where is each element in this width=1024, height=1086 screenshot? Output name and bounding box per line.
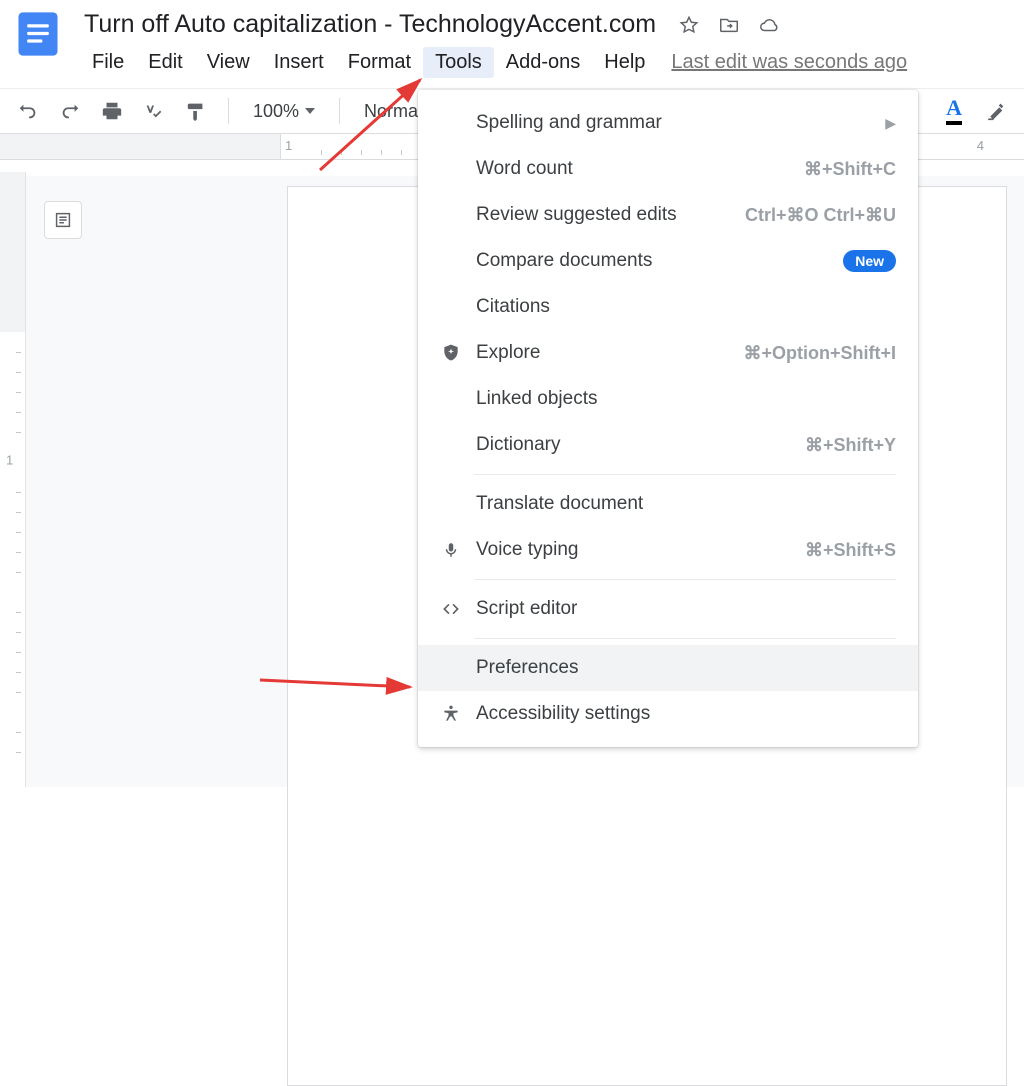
dd-label: Dictionary: [476, 434, 791, 456]
explore-icon: [440, 342, 462, 364]
dd-label: Linked objects: [476, 388, 896, 410]
new-badge: New: [843, 250, 896, 272]
print-button[interactable]: [98, 97, 126, 125]
dd-script-editor[interactable]: Script editor: [418, 586, 918, 632]
document-title[interactable]: Turn off Auto capitalization - Technolog…: [80, 8, 660, 41]
dd-label: Translate document: [476, 493, 896, 515]
menu-edit[interactable]: Edit: [136, 47, 194, 78]
style-name-value: Normal: [364, 101, 422, 122]
submenu-arrow-icon: ▶: [885, 115, 896, 132]
dd-label: Preferences: [476, 657, 896, 679]
dd-citations[interactable]: Citations: [418, 284, 918, 330]
dd-linked-objects[interactable]: Linked objects: [418, 376, 918, 422]
dd-shortcut: ⌘+Option+Shift+I: [743, 343, 896, 364]
ruler-number: 1: [6, 453, 13, 468]
dd-label: Explore: [476, 342, 729, 364]
code-icon: [440, 598, 462, 620]
docs-logo[interactable]: [12, 8, 64, 60]
accessibility-icon: [440, 703, 462, 725]
dd-voice-typing[interactable]: Voice typing ⌘+Shift+S: [418, 527, 918, 573]
blank-icon: [440, 158, 462, 180]
dd-label: Citations: [476, 296, 896, 318]
blank-icon: [440, 657, 462, 679]
mic-icon: [440, 539, 462, 561]
menu-addons[interactable]: Add-ons: [494, 47, 593, 78]
dd-dictionary[interactable]: Dictionary ⌘+Shift+Y: [418, 422, 918, 468]
menubar: File Edit View Insert Format Tools Add-o…: [80, 47, 1012, 78]
redo-button[interactable]: [56, 97, 84, 125]
dd-spelling-grammar[interactable]: Spelling and grammar ▶: [418, 100, 918, 146]
menu-view[interactable]: View: [195, 47, 262, 78]
menu-tools[interactable]: Tools: [423, 47, 494, 78]
separator: [474, 638, 896, 639]
blank-icon: [440, 112, 462, 134]
dd-shortcut: ⌘+Shift+C: [804, 159, 896, 180]
dd-label: Word count: [476, 158, 790, 180]
dd-explore[interactable]: Explore ⌘+Option+Shift+I: [418, 330, 918, 376]
dd-preferences[interactable]: Preferences: [418, 645, 918, 691]
dd-compare-documents[interactable]: Compare documents New: [418, 238, 918, 284]
ruler-number: 4: [977, 138, 984, 153]
dd-shortcut: ⌘+Shift+Y: [805, 435, 896, 456]
dd-translate-document[interactable]: Translate document: [418, 481, 918, 527]
separator: [474, 579, 896, 580]
menu-help[interactable]: Help: [592, 47, 657, 78]
dd-label: Compare documents: [476, 250, 829, 272]
zoom-value: 100%: [253, 101, 299, 122]
dd-shortcut: Ctrl+⌘O Ctrl+⌘U: [745, 205, 896, 226]
blank-icon: [440, 493, 462, 515]
separator: [339, 98, 340, 124]
blank-icon: [440, 434, 462, 456]
dd-label: Script editor: [476, 598, 896, 620]
move-icon[interactable]: [718, 14, 740, 36]
zoom-selector[interactable]: 100%: [247, 101, 321, 122]
separator: [228, 98, 229, 124]
blank-icon: [440, 388, 462, 410]
dd-label: Review suggested edits: [476, 204, 731, 226]
dd-label: Accessibility settings: [476, 703, 896, 725]
spellcheck-button[interactable]: [140, 97, 168, 125]
outline-button[interactable]: [44, 201, 82, 239]
blank-icon: [440, 204, 462, 226]
dd-word-count[interactable]: Word count ⌘+Shift+C: [418, 146, 918, 192]
menu-file[interactable]: File: [80, 47, 136, 78]
menu-format[interactable]: Format: [336, 47, 423, 78]
blank-icon: [440, 296, 462, 318]
cloud-status-icon[interactable]: [758, 14, 780, 36]
undo-button[interactable]: [14, 97, 42, 125]
star-icon[interactable]: [678, 14, 700, 36]
dd-label: Voice typing: [476, 539, 791, 561]
menu-insert[interactable]: Insert: [262, 47, 336, 78]
ruler-number: 1: [285, 138, 292, 153]
text-color-button[interactable]: A: [946, 97, 962, 125]
paint-format-button[interactable]: [182, 97, 210, 125]
dd-label: Spelling and grammar: [476, 112, 871, 134]
dd-shortcut: ⌘+Shift+S: [805, 540, 896, 561]
highlight-button[interactable]: [982, 97, 1010, 125]
dd-accessibility-settings[interactable]: Accessibility settings: [418, 691, 918, 737]
tools-dropdown: Spelling and grammar ▶ Word count ⌘+Shif…: [418, 90, 918, 747]
dd-review-suggested[interactable]: Review suggested edits Ctrl+⌘O Ctrl+⌘U: [418, 192, 918, 238]
blank-icon: [440, 250, 462, 272]
separator: [474, 474, 896, 475]
last-edit-link[interactable]: Last edit was seconds ago: [671, 51, 907, 74]
vertical-ruler[interactable]: 1: [0, 172, 26, 787]
